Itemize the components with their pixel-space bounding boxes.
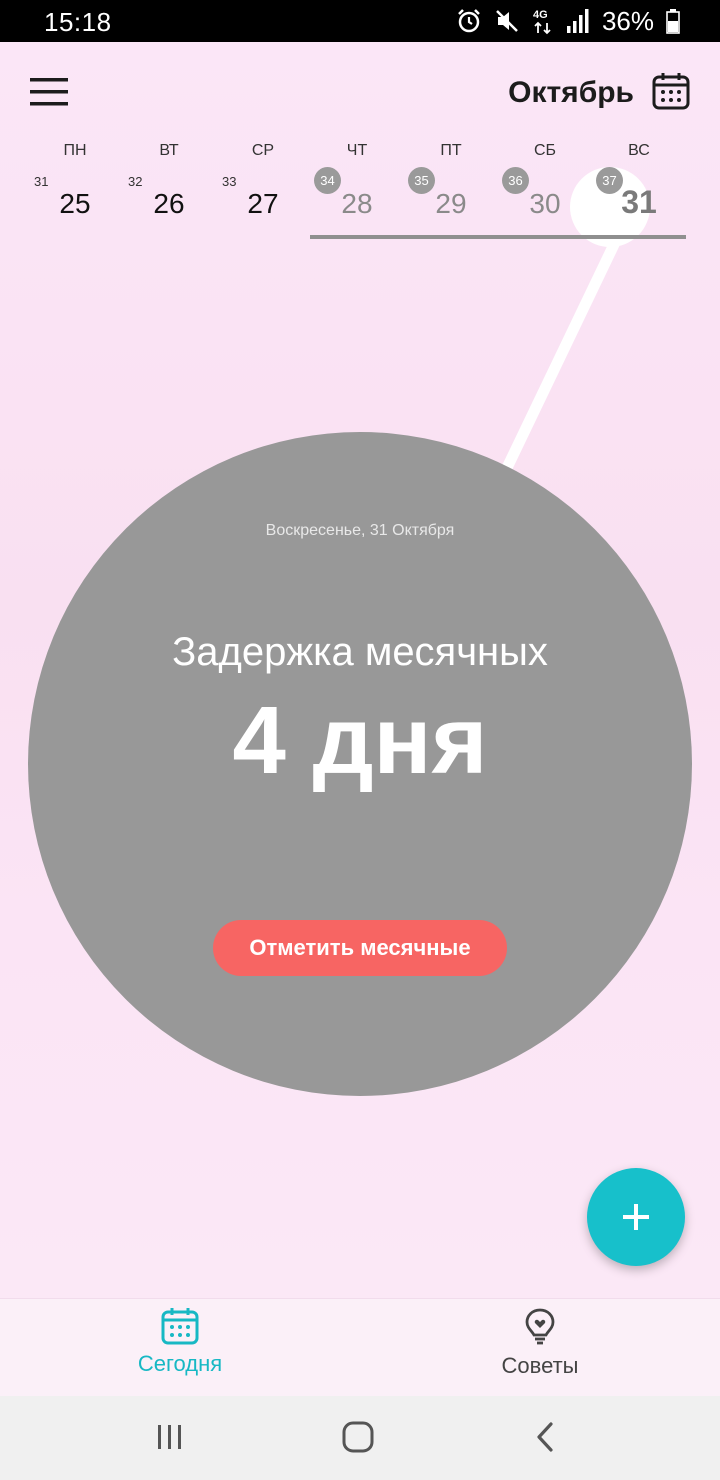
mark-period-button[interactable]: Отметить месячные [213, 920, 507, 976]
calendar-icon [161, 1308, 199, 1345]
alarm-icon [458, 9, 480, 33]
day-cell-wed[interactable]: СР 33 27 [216, 140, 310, 250]
mute-icon [496, 10, 518, 32]
day-cell-thu[interactable]: ЧТ 34 28 [310, 140, 404, 250]
battery-icon [666, 9, 680, 34]
status-bar: 15:18 4G 36% [0, 0, 720, 42]
nav-item-today[interactable]: Сегодня [0, 1299, 360, 1397]
day-name: СБ [533, 142, 557, 159]
battery-percent: 36% [601, 5, 654, 36]
network-4g-icon: 4G [533, 9, 551, 35]
upcoming-days-underline [310, 235, 686, 239]
day-number: 30 [529, 188, 561, 219]
day-number: 27 [247, 188, 279, 219]
week-number: 31 [34, 174, 49, 189]
week-number: 32 [128, 174, 143, 189]
day-cell-sun[interactable]: ВС 37 31 [592, 140, 686, 250]
day-name: ПН [63, 142, 87, 159]
back-icon[interactable] [526, 1420, 566, 1456]
bottom-navigation: Сегодня Советы [0, 1298, 720, 1396]
day-cell-fri[interactable]: ПТ 35 29 [404, 140, 498, 250]
day-name: ВТ [159, 142, 179, 159]
selected-date-label: Воскресенье, 31 Октября [265, 522, 455, 539]
day-cell-tue[interactable]: ВТ 32 26 [122, 140, 216, 250]
signal-icon [566, 9, 589, 33]
status-title: Задержка месячных [172, 630, 548, 674]
day-name: ЧТ [346, 142, 368, 159]
network-label: 4G [533, 9, 548, 21]
home-icon[interactable] [338, 1420, 378, 1456]
status-icons: 4G 36% [456, 6, 680, 36]
app-area: Октябрь ПН 31 25 ВТ 32 26 СР 33 27 ЧТ 34… [0, 42, 720, 1298]
day-number: 26 [153, 188, 185, 219]
month-title[interactable]: Октябрь [508, 76, 634, 110]
day-name: ВС [628, 142, 650, 159]
nav-item-tips[interactable]: Советы [360, 1299, 720, 1397]
day-name: СР [251, 142, 275, 159]
day-cell-mon[interactable]: ПН 31 25 [28, 140, 122, 250]
add-button[interactable] [587, 1168, 685, 1266]
plus-icon [623, 1204, 649, 1230]
day-name: ПТ [440, 142, 462, 159]
status-time: 15:18 [44, 7, 112, 37]
lightbulb-icon [525, 1308, 555, 1345]
hamburger-menu-icon[interactable] [30, 76, 68, 108]
cycle-status-circle: Воскресенье, 31 Октября Задержка месячны… [28, 432, 692, 1096]
nav-label-today: Сегодня [137, 1351, 223, 1376]
day-number: 28 [341, 188, 373, 219]
week-number: 33 [222, 174, 237, 189]
day-number: 25 [59, 188, 91, 219]
day-cell-sat[interactable]: СБ 36 30 [498, 140, 592, 250]
status-value: 4 дня [232, 687, 488, 794]
nav-label-tips: Советы [501, 1353, 579, 1378]
day-number-selected: 31 [621, 184, 657, 220]
week-strip: ПН 31 25 ВТ 32 26 СР 33 27 ЧТ 34 28 ПТ 3… [28, 140, 686, 250]
recent-apps-icon[interactable] [150, 1420, 190, 1456]
system-navigation-bar [0, 1396, 720, 1480]
day-number: 29 [435, 188, 467, 219]
calendar-icon[interactable] [652, 72, 690, 110]
